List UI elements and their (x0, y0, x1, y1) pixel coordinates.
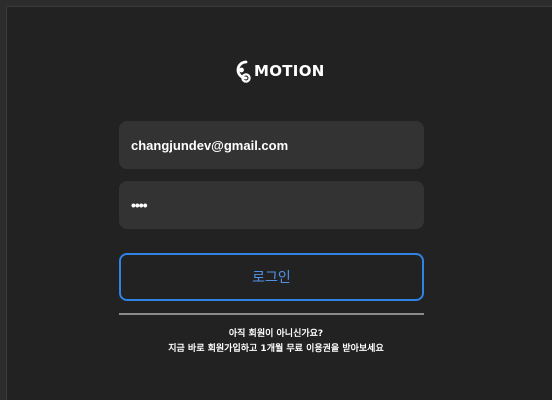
brand-logo: MOTION (231, 58, 325, 84)
brand-name: MOTION (254, 62, 325, 80)
email-field[interactable]: changjundev@gmail.com (119, 121, 424, 169)
signup-link[interactable]: 지금 바로 회원가입하고 1개월 무료 이용권을 받아보세요 (0, 343, 552, 355)
motion-logo-icon (231, 58, 252, 84)
login-button-label: 로그인 (252, 270, 291, 286)
signup-question: 아직 회원이 아니신가요? (228, 329, 324, 339)
login-button[interactable]: 로그인 (119, 253, 424, 301)
divider (119, 313, 424, 315)
password-field[interactable]: •••• (119, 181, 424, 229)
